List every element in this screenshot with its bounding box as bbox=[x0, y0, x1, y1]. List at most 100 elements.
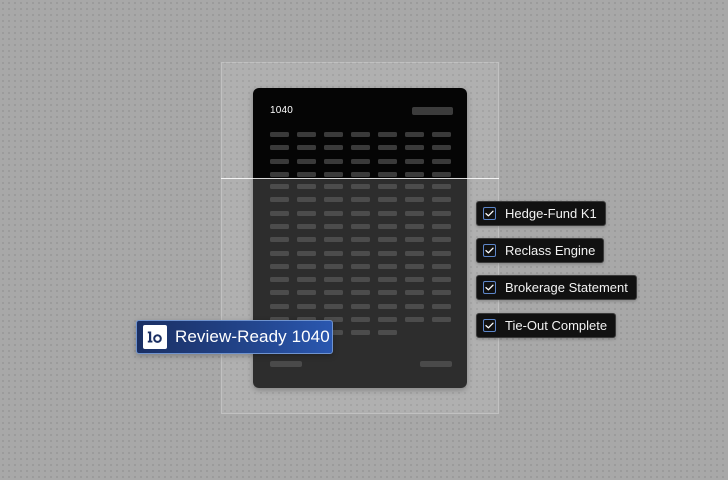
document-field-cell bbox=[432, 237, 451, 243]
document-field-cell bbox=[378, 250, 397, 256]
document-field-cell bbox=[270, 184, 289, 189]
document-field-cell bbox=[351, 184, 370, 189]
badge-label: Review-Ready 1040 bbox=[175, 327, 330, 346]
document-field-cell bbox=[378, 223, 397, 229]
document-field-cell bbox=[405, 223, 424, 229]
document-field-cell bbox=[324, 290, 343, 296]
document-field-cell bbox=[351, 263, 370, 269]
document-field-cell bbox=[270, 303, 289, 309]
check-icon bbox=[483, 207, 496, 220]
document-field-cell bbox=[432, 171, 451, 177]
document-field-cell bbox=[270, 171, 289, 177]
document-field-cell bbox=[432, 290, 451, 296]
document-field-cell bbox=[378, 303, 397, 309]
document-field-cell bbox=[405, 132, 424, 137]
document-field-cell bbox=[378, 132, 397, 137]
document-field-cell bbox=[351, 132, 370, 137]
document-field-cell bbox=[324, 197, 343, 203]
document-field-cell bbox=[297, 237, 316, 243]
document-field-cell bbox=[405, 145, 424, 151]
checklist-item-reclass-engine: Reclass Engine bbox=[476, 238, 605, 263]
document-field-cell bbox=[432, 197, 451, 203]
document-field-cell bbox=[378, 210, 397, 216]
document-field-cell bbox=[270, 237, 289, 243]
document-field-cell bbox=[432, 263, 451, 269]
document-field-cell bbox=[378, 263, 397, 269]
document-footer-right-placeholder bbox=[420, 361, 452, 367]
document-field-cell bbox=[270, 210, 289, 216]
review-ready-badge: Review-Ready 1040 bbox=[136, 320, 333, 354]
checklist-item-hedge-fund-k1: Hedge-Fund K1 bbox=[476, 201, 606, 226]
document-field-cell bbox=[405, 250, 424, 256]
document-field-cell bbox=[297, 197, 316, 203]
document-field-cell bbox=[324, 277, 343, 283]
document-field-cell bbox=[432, 317, 451, 322]
document-field-cell bbox=[270, 158, 289, 164]
document-field-cell bbox=[405, 171, 424, 177]
document-field-cell bbox=[378, 197, 397, 203]
document-field-cell bbox=[270, 132, 289, 137]
brand-logo-icon bbox=[143, 325, 167, 349]
check-icon bbox=[483, 244, 496, 257]
checklist-item-label: Hedge-Fund K1 bbox=[505, 206, 597, 221]
checklist-item-brokerage-statement: Brokerage Statement bbox=[476, 275, 637, 300]
document-field-cell bbox=[378, 237, 397, 243]
document-field-cell bbox=[432, 223, 451, 229]
document-field-cell bbox=[324, 132, 343, 137]
document-field-cell bbox=[270, 197, 289, 203]
document-field-cell bbox=[351, 303, 370, 309]
document-field-cell bbox=[432, 277, 451, 283]
document-field-cell bbox=[324, 223, 343, 229]
document-field-cell bbox=[324, 145, 343, 151]
document-field-cell bbox=[351, 171, 370, 177]
document-field-cell bbox=[378, 145, 397, 151]
document-field-cell bbox=[351, 145, 370, 151]
document-field-cell bbox=[405, 290, 424, 296]
document-field-cell bbox=[324, 263, 343, 269]
checklist-item-label: Brokerage Statement bbox=[505, 280, 628, 295]
document-field-cell bbox=[297, 263, 316, 269]
document-field-cell bbox=[432, 303, 451, 309]
document-footer-left-placeholder bbox=[270, 361, 302, 367]
document-field-cell bbox=[378, 317, 397, 322]
document-field-cell bbox=[297, 132, 316, 137]
document-field-cell bbox=[297, 277, 316, 283]
document-field-cell bbox=[351, 330, 370, 336]
document-field-cell bbox=[405, 303, 424, 309]
document-field-cell bbox=[297, 158, 316, 164]
check-icon bbox=[483, 281, 496, 294]
document-field-cell bbox=[324, 171, 343, 177]
document-field-cell bbox=[270, 277, 289, 283]
document-field-cell bbox=[378, 158, 397, 164]
document-field-cell bbox=[270, 263, 289, 269]
document-field-cell bbox=[351, 237, 370, 243]
document-field-cell bbox=[297, 184, 316, 189]
document-field-cell bbox=[324, 237, 343, 243]
document-field-cell bbox=[351, 317, 370, 322]
document-field-cell bbox=[324, 158, 343, 164]
document-field-cell bbox=[405, 184, 424, 189]
document-field-cell bbox=[351, 277, 370, 283]
document-field-cell bbox=[351, 223, 370, 229]
document-field-cell bbox=[405, 237, 424, 243]
document-field-cell bbox=[378, 290, 397, 296]
document-field-cell bbox=[297, 145, 316, 151]
document-field-cell bbox=[378, 330, 397, 336]
document-field-cell bbox=[351, 290, 370, 296]
document-field-cell bbox=[324, 184, 343, 189]
document-field-cell bbox=[405, 210, 424, 216]
checklist-item-tie-out-complete: Tie-Out Complete bbox=[476, 313, 617, 338]
document-field-cell bbox=[405, 263, 424, 269]
document-field-cell bbox=[378, 171, 397, 177]
document-field-cell bbox=[351, 158, 370, 164]
document-field-cell bbox=[324, 210, 343, 216]
document-field-cell bbox=[432, 158, 451, 164]
document-field-cell bbox=[324, 250, 343, 256]
document-field-cell bbox=[270, 223, 289, 229]
document-field-cell bbox=[297, 171, 316, 177]
document-field-cell bbox=[297, 290, 316, 296]
document-field-cell bbox=[351, 250, 370, 256]
document-field-cell bbox=[378, 184, 397, 189]
check-icon bbox=[483, 319, 496, 332]
document-field-cell bbox=[270, 290, 289, 296]
